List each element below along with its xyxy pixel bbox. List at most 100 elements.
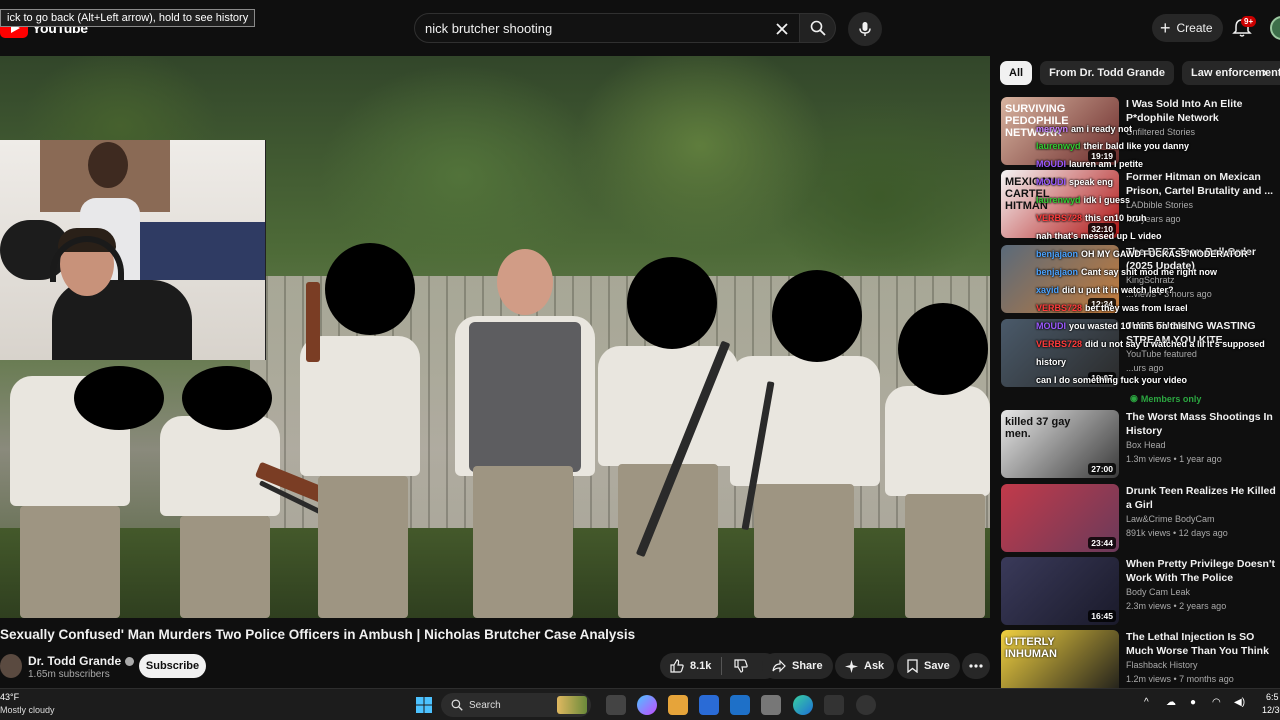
recommendation-meta: 2.3m views • 2 years ago xyxy=(1126,601,1227,611)
app-icon[interactable] xyxy=(761,695,781,715)
recommendation-meta: ...2 years ago xyxy=(1126,214,1181,224)
task-view-icon[interactable] xyxy=(606,695,626,715)
ask-button[interactable]: Ask xyxy=(835,653,895,679)
recommendation-item[interactable]: 23:44 Drunk Teen Realizes He Killed a Gir… xyxy=(1001,484,1280,552)
back-button-tooltip: ick to go back (Alt+Left arrow), hold to… xyxy=(0,9,256,27)
recommendation-title[interactable]: The BEST Teen Ball Order (2025 Update) xyxy=(1126,245,1276,273)
thumbs-up-icon[interactable] xyxy=(670,659,684,673)
recommendation-thumbnail[interactable]: 16:45 xyxy=(1001,557,1119,625)
thumbnail-caption: SURVIVING PEDOPHILE NETWORK xyxy=(1005,103,1069,139)
create-button[interactable]: + Create xyxy=(1152,14,1223,42)
recommendation-title[interactable]: The Lethal Injection Is SO Much Worse Th… xyxy=(1126,630,1276,658)
redacted-face xyxy=(325,243,415,335)
save-button[interactable]: Save xyxy=(897,653,960,679)
recommendation-channel[interactable]: Law&Crime BodyCam xyxy=(1126,514,1215,524)
recommendation-item[interactable]: SURVIVING PEDOPHILE NETWORK 19:19 I Was So… xyxy=(1001,97,1280,165)
recommendation-thumbnail[interactable]: 10:07 xyxy=(1001,319,1119,387)
recommendation-title[interactable]: Drunk Teen Realizes He Killed a Girl xyxy=(1126,484,1276,512)
chevron-up-icon[interactable]: ^ xyxy=(1144,697,1149,708)
recommendation-title[interactable]: JUST FUCKING WASTING STREAM YOU KITE xyxy=(1126,319,1276,347)
recommendation-thumbnail[interactable]: 23:44 xyxy=(1001,484,1119,552)
clock-time[interactable]: 6:5 xyxy=(1266,692,1279,702)
recommendation-channel[interactable]: KingSchratz xyxy=(1126,275,1175,285)
volume-icon[interactable]: ◀) xyxy=(1234,697,1245,708)
recommendation-meta: 1.3m views • 1 year ago xyxy=(1126,454,1222,464)
members-only-label: Members only xyxy=(1140,393,1202,404)
share-button[interactable]: Share xyxy=(762,653,833,679)
video-rifle-stock xyxy=(306,282,320,362)
recommendation-channel[interactable]: Unfiltered Stories xyxy=(1126,127,1195,137)
file-explorer-icon[interactable] xyxy=(668,695,688,715)
search-highlight-image xyxy=(557,696,587,714)
account-avatar[interactable] xyxy=(1270,16,1280,40)
weather-description[interactable]: Mostly cloudy xyxy=(0,705,55,715)
recommendation-thumbnail[interactable]: 12:34 xyxy=(1001,245,1119,313)
recommendation-thumbnail[interactable]: killed 37 gay men. 27:00 xyxy=(1001,410,1119,478)
recommendation-meta: 891k views • 12 days ago xyxy=(1126,528,1228,538)
copilot-icon[interactable] xyxy=(637,695,657,715)
edge-browser-icon[interactable] xyxy=(793,695,813,715)
store-icon[interactable] xyxy=(699,695,719,715)
redacted-face xyxy=(627,257,717,349)
subscribe-button[interactable]: Subscribe xyxy=(139,654,206,678)
cloud-icon[interactable]: ☁ xyxy=(1166,697,1176,708)
video-person xyxy=(455,306,595,618)
recommendation-title[interactable]: When Pretty Privilege Doesn't Work With … xyxy=(1126,557,1276,585)
search-box[interactable]: nick brutcher shooting xyxy=(414,13,800,43)
recommendation-channel[interactable]: Flashback History xyxy=(1126,660,1198,670)
recommendation-item[interactable]: killed 37 gay men. 27:00 The Worst Mass Sh… xyxy=(1001,410,1280,478)
search-input[interactable]: nick brutcher shooting xyxy=(425,21,552,36)
microphone-icon[interactable]: ● xyxy=(1190,697,1196,708)
channel-avatar[interactable] xyxy=(0,654,22,678)
thumbnail-caption: UTTERLY INHUMAN xyxy=(1005,636,1057,660)
search-icon xyxy=(451,699,463,711)
thumbnail-caption: MEXICAN CARTEL HITMAN xyxy=(1005,176,1056,212)
recommendation-channel[interactable]: Box Head xyxy=(1126,440,1166,450)
recommendation-item[interactable]: 12:34 The BEST Teen Ball Order (2025 Upda… xyxy=(1001,245,1280,313)
chip-all[interactable]: All xyxy=(1000,61,1033,85)
windows-start-icon[interactable] xyxy=(414,695,434,715)
video-duration: 19:19 xyxy=(1088,150,1116,162)
clear-search-button[interactable] xyxy=(771,18,793,40)
voice-search-button[interactable] xyxy=(848,12,882,46)
wifi-icon[interactable]: ◠ xyxy=(1212,697,1221,708)
recommendation-item[interactable]: MEXICAN CARTEL HITMAN 32:10 Former Hitman … xyxy=(1001,170,1280,238)
streamer-webcam-overlay xyxy=(0,140,266,360)
recommendation-channel[interactable]: Body Cam Leak xyxy=(1126,587,1190,597)
channel-name-text: Dr. Todd Grande xyxy=(28,654,122,668)
weather-temperature[interactable]: 43°F xyxy=(0,692,19,702)
microphone-icon xyxy=(859,22,871,36)
windows-taskbar: 43°F Mostly cloudy Search ^ ☁ ● ◠ ◀) 6:5… xyxy=(0,688,1280,720)
recommendation-item[interactable]: 10:07 JUST FUCKING WASTING STREAM YOU KIT… xyxy=(1001,319,1280,387)
chevron-right-icon[interactable]: › xyxy=(1262,64,1267,82)
channel-name[interactable]: Dr. Todd Grande xyxy=(28,654,135,668)
thumbs-down-icon[interactable] xyxy=(734,659,749,673)
youtube-watch-page: YouTube ick to go back (Alt+Left arrow),… xyxy=(0,0,1280,720)
like-count[interactable]: 8.1k xyxy=(690,660,711,672)
video-player[interactable] xyxy=(0,56,990,618)
more-actions-button[interactable] xyxy=(962,653,990,679)
recommendation-channel[interactable]: YouTube featured xyxy=(1126,349,1197,359)
clock-date[interactable]: 12/30/ xyxy=(1262,705,1280,715)
app-icon[interactable] xyxy=(856,695,876,715)
recommendation-meta: 1.2m views • 7 months ago xyxy=(1126,674,1234,684)
thumbnail-caption: killed 37 gay men. xyxy=(1005,416,1071,440)
recommendation-title[interactable]: I Was Sold Into An Elite P*dophile Netwo… xyxy=(1126,97,1276,125)
search-button[interactable] xyxy=(800,13,836,43)
recommendation-item[interactable]: 16:45 When Pretty Privilege Doesn't Work … xyxy=(1001,557,1280,625)
recommendation-channel[interactable]: LADbible Stories xyxy=(1126,200,1193,210)
taskbar-search[interactable]: Search xyxy=(441,693,591,717)
recommendation-thumbnail[interactable]: MEXICAN CARTEL HITMAN 32:10 xyxy=(1001,170,1119,238)
video-duration: 23:44 xyxy=(1088,537,1116,549)
share-label: Share xyxy=(792,660,823,672)
recommendation-thumbnail[interactable]: SURVIVING PEDOPHILE NETWORK 19:19 xyxy=(1001,97,1119,165)
recommendation-title[interactable]: Former Hitman on Mexican Prison, Cartel … xyxy=(1126,170,1276,198)
app-icon[interactable] xyxy=(824,695,844,715)
video-duration: 12:34 xyxy=(1088,298,1116,310)
chip-from-channel[interactable]: From Dr. Todd Grande xyxy=(1040,61,1174,85)
filter-chips: All From Dr. Todd Grande Law enforcement xyxy=(1000,61,1280,85)
recommendation-title[interactable]: The Worst Mass Shootings In History xyxy=(1126,410,1276,438)
like-divider xyxy=(721,657,723,675)
video-duration: 32:10 xyxy=(1088,223,1116,235)
outlook-icon[interactable] xyxy=(730,695,750,715)
